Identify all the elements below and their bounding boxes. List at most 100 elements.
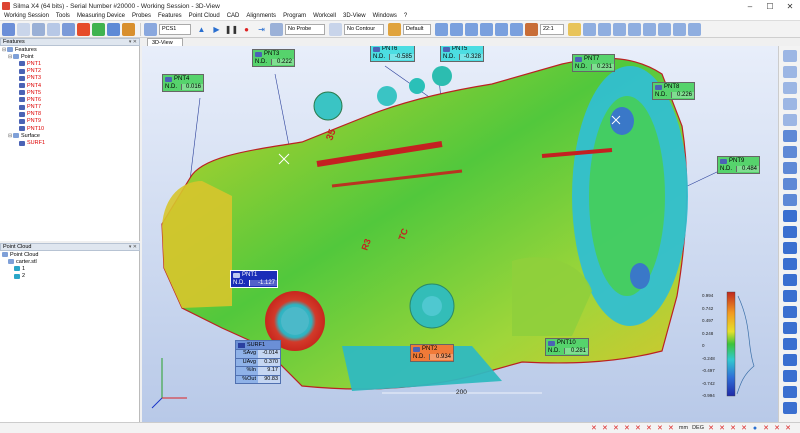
light-icon[interactable] — [673, 22, 686, 36]
play-icon[interactable]: ▶ — [210, 23, 223, 36]
label-pnt1[interactable]: PNT1 N.D. -1.127 — [230, 270, 278, 288]
status-x-icon[interactable]: ✕ — [729, 424, 737, 432]
status-x-icon[interactable]: ✕ — [718, 424, 726, 432]
pointcloud-item[interactable]: 1 — [0, 265, 139, 272]
tree-item[interactable]: ⊟ Point — [0, 53, 139, 60]
zoom-fit-icon[interactable] — [783, 50, 797, 62]
close-button[interactable]: ✕ — [780, 0, 800, 12]
menu-windows[interactable]: Windows — [373, 13, 397, 19]
angle-indicator[interactable]: DEG — [692, 425, 704, 431]
label-pnt5[interactable]: PNT5 N.D. -0.328 — [440, 46, 484, 62]
pointcloud-item[interactable]: 2 — [0, 273, 139, 280]
units-indicator[interactable]: mm — [679, 425, 688, 431]
line-icon[interactable] — [783, 290, 797, 302]
cloud-icon[interactable] — [783, 178, 797, 190]
edge-icon[interactable] — [783, 402, 797, 414]
menu-tools[interactable]: Tools — [56, 13, 70, 19]
tree-item[interactable]: ⊟ Surface — [0, 132, 139, 139]
menu-help[interactable]: ? — [404, 13, 407, 19]
menu-probes[interactable]: Probes — [132, 13, 151, 19]
maximize-button[interactable]: ☐ — [760, 0, 780, 12]
label-pnt8[interactable]: PNT8 N.D. 0.226 — [652, 82, 695, 100]
status-x-icon[interactable]: ✕ — [612, 424, 620, 432]
tree-item[interactable]: PNT3 — [0, 75, 139, 82]
record-icon[interactable]: ● — [240, 23, 253, 36]
menu-3d-view[interactable]: 3D-View — [343, 13, 366, 19]
status-x-icon[interactable]: ✕ — [601, 424, 609, 432]
camera-icon[interactable] — [47, 22, 60, 36]
step-icon[interactable]: ⇥ — [255, 23, 268, 36]
robot-icon[interactable] — [62, 22, 75, 36]
status-x-icon[interactable]: ✕ — [590, 424, 598, 432]
measure-icon[interactable] — [583, 22, 596, 36]
view-bottom-icon[interactable] — [510, 22, 523, 36]
label-pnt2[interactable]: PNT2 N.D. 0.934 — [410, 344, 454, 362]
menu-alignments[interactable]: Alignments — [246, 13, 276, 19]
tree-item[interactable]: PNT2 — [0, 68, 139, 75]
menu-working-session[interactable]: Working Session — [4, 13, 49, 19]
pan-icon[interactable] — [783, 114, 797, 126]
menu-measuring-device[interactable]: Measuring Device — [77, 13, 125, 19]
menu-program[interactable]: Program — [283, 13, 306, 19]
align-icon[interactable] — [107, 22, 120, 36]
section-icon[interactable] — [598, 22, 611, 36]
torus-icon[interactable] — [783, 386, 797, 398]
view-iso-icon[interactable] — [435, 22, 448, 36]
menu-workcell[interactable]: Workcell — [313, 13, 336, 19]
menu-cad[interactable]: CAD — [227, 13, 240, 19]
cylinder-icon[interactable] — [783, 242, 797, 254]
mesh-icon[interactable] — [783, 194, 797, 206]
status-x-icon[interactable]: ✕ — [667, 424, 675, 432]
zoom-in-icon[interactable] — [783, 66, 797, 78]
label-surf1[interactable]: SURF1 SAvg -0.014 UAvg 0.370 %In 9.17 %Out 90.8… — [235, 340, 281, 384]
tree-item[interactable]: PNT8 — [0, 111, 139, 118]
contour-select[interactable]: No Contour — [344, 23, 384, 35]
label-pnt9[interactable]: PNT9 N.D. 0.484 — [717, 156, 760, 174]
label-pnt3[interactable]: PNT3 N.D. 0.222 — [252, 49, 295, 67]
layer-icon[interactable] — [628, 22, 641, 36]
zoom-out-icon[interactable] — [783, 82, 797, 94]
label-pnt10[interactable]: PNT10 N.D. 0.281 — [545, 338, 589, 356]
ruler-icon[interactable] — [568, 22, 581, 36]
view-top-icon[interactable] — [465, 22, 478, 36]
panel-pin-icon[interactable]: ▾ ✕ — [129, 244, 139, 250]
status-x-icon[interactable]: ✕ — [762, 424, 770, 432]
feature-icon[interactable] — [92, 22, 105, 36]
plane-icon[interactable] — [783, 226, 797, 238]
tree-item[interactable]: PNT9 — [0, 118, 139, 125]
status-x-icon[interactable]: ✕ — [707, 424, 715, 432]
rotate-icon[interactable] — [783, 98, 797, 110]
status-ok-icon[interactable]: ● — [751, 424, 759, 432]
probe-icon[interactable] — [32, 22, 45, 36]
panel-pin-icon[interactable]: ▾ ✕ — [129, 39, 139, 45]
export-icon[interactable] — [688, 22, 701, 36]
sphere-icon[interactable] — [783, 258, 797, 270]
scan-icon[interactable] — [17, 22, 30, 36]
point-icon[interactable] — [783, 322, 797, 334]
status-x-icon[interactable]: ✕ — [773, 424, 781, 432]
show-icon[interactable] — [783, 162, 797, 174]
grid-icon[interactable] — [658, 22, 671, 36]
tree-item[interactable]: PNT4 — [0, 82, 139, 89]
slot-icon[interactable] — [783, 338, 797, 350]
cube-icon[interactable] — [783, 210, 797, 222]
default-select[interactable]: Default — [403, 23, 431, 35]
edit-icon[interactable] — [388, 22, 401, 36]
clip-icon[interactable] — [613, 22, 626, 36]
status-x-icon[interactable]: ✕ — [740, 424, 748, 432]
status-x-icon[interactable]: ✕ — [634, 424, 642, 432]
status-x-icon[interactable]: ✕ — [623, 424, 631, 432]
minimize-button[interactable]: – — [740, 0, 760, 12]
tree-item[interactable]: PNT7 — [0, 104, 139, 111]
render-icon[interactable] — [525, 22, 538, 36]
menu-point-cloud[interactable]: Point Cloud — [189, 13, 220, 19]
frame-select[interactable]: PCS1 — [159, 23, 191, 35]
probe-select[interactable]: No Probe — [285, 23, 325, 35]
status-x-icon[interactable]: ✕ — [645, 424, 653, 432]
curve-icon[interactable] — [783, 354, 797, 366]
view-side-icon[interactable] — [480, 22, 493, 36]
flag-icon[interactable] — [77, 22, 90, 36]
tree-item[interactable]: ⊟ Features — [0, 46, 139, 53]
label-pnt6[interactable]: PNT6 N.D. -0.585 — [370, 46, 415, 62]
label-icon[interactable] — [643, 22, 656, 36]
